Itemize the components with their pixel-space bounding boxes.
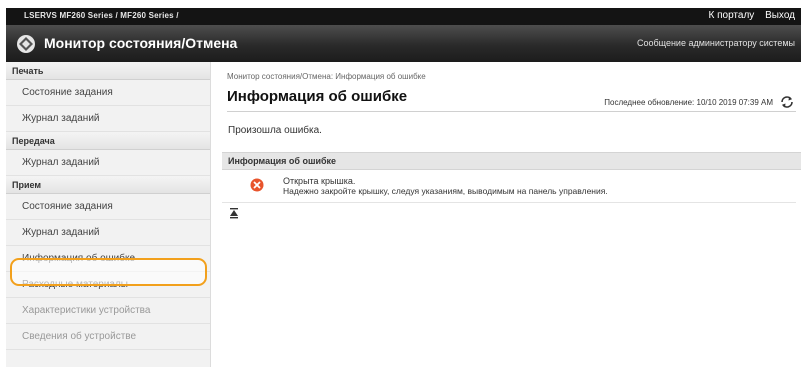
error-x-icon <box>250 178 264 192</box>
sidebar-item-error-info[interactable]: Информация об ошибке <box>6 246 210 272</box>
sidebar-item-receive-job-status[interactable]: Состояние задания <box>6 194 210 220</box>
title-divider <box>227 111 796 112</box>
sidebar-item-print-job-status[interactable]: Состояние задания <box>6 80 210 106</box>
error-message: Надежно закройте крышку, следуя указания… <box>283 186 608 196</box>
refresh-icon[interactable] <box>779 94 795 110</box>
sidebar-item-receive-job-log[interactable]: Журнал заданий <box>6 220 210 246</box>
page-title: Информация об ошибке <box>227 88 408 105</box>
last-updated-text: Последнее обновление: 10/10 2019 07:39 A… <box>604 97 773 107</box>
app-title: Монитор состояния/Отмена <box>44 35 238 51</box>
top-bar: LSERVS MF260 Series / MF260 Series / К п… <box>6 8 801 25</box>
section-title: Информация об ошибке <box>228 156 337 166</box>
sidebar: Печать Состояние задания Журнал заданий … <box>6 62 211 367</box>
logout-link[interactable]: Выход <box>765 10 795 21</box>
breadcrumb: Монитор состояния/Отмена: Информация об … <box>227 72 426 81</box>
admin-message-link[interactable]: Сообщение администратору системы <box>637 38 795 48</box>
error-summary: Произошла ошибка. <box>228 125 322 136</box>
last-updated: Последнее обновление: 10/10 2019 07:39 A… <box>604 94 795 110</box>
sidebar-section-print: Печать <box>6 62 210 80</box>
section-header: Информация об ошибке <box>222 152 801 170</box>
sidebar-item-send-job-log[interactable]: Журнал заданий <box>6 150 210 176</box>
monitor-logo-icon <box>17 35 35 53</box>
top-links: К порталу Выход <box>701 10 796 21</box>
portal-link[interactable]: К порталу <box>709 10 755 21</box>
content-divider <box>222 202 796 203</box>
scroll-top-icon[interactable] <box>228 207 240 219</box>
model-name: LSERVS MF260 Series / MF260 Series / <box>24 11 179 20</box>
sidebar-item-device-features[interactable]: Характеристики устройства <box>6 298 210 324</box>
header: Монитор состояния/Отмена Сообщение админ… <box>6 25 801 62</box>
sidebar-item-device-info[interactable]: Сведения об устройстве <box>6 324 210 350</box>
sidebar-item-print-job-log[interactable]: Журнал заданий <box>6 106 210 132</box>
main-content: Монитор состояния/Отмена: Информация об … <box>222 62 801 367</box>
sidebar-section-receive: Прием <box>6 176 210 194</box>
error-title: Открыта крышка. <box>283 176 356 186</box>
sidebar-section-send: Передача <box>6 132 210 150</box>
sidebar-item-consumables[interactable]: Расходные материалы <box>6 272 210 298</box>
